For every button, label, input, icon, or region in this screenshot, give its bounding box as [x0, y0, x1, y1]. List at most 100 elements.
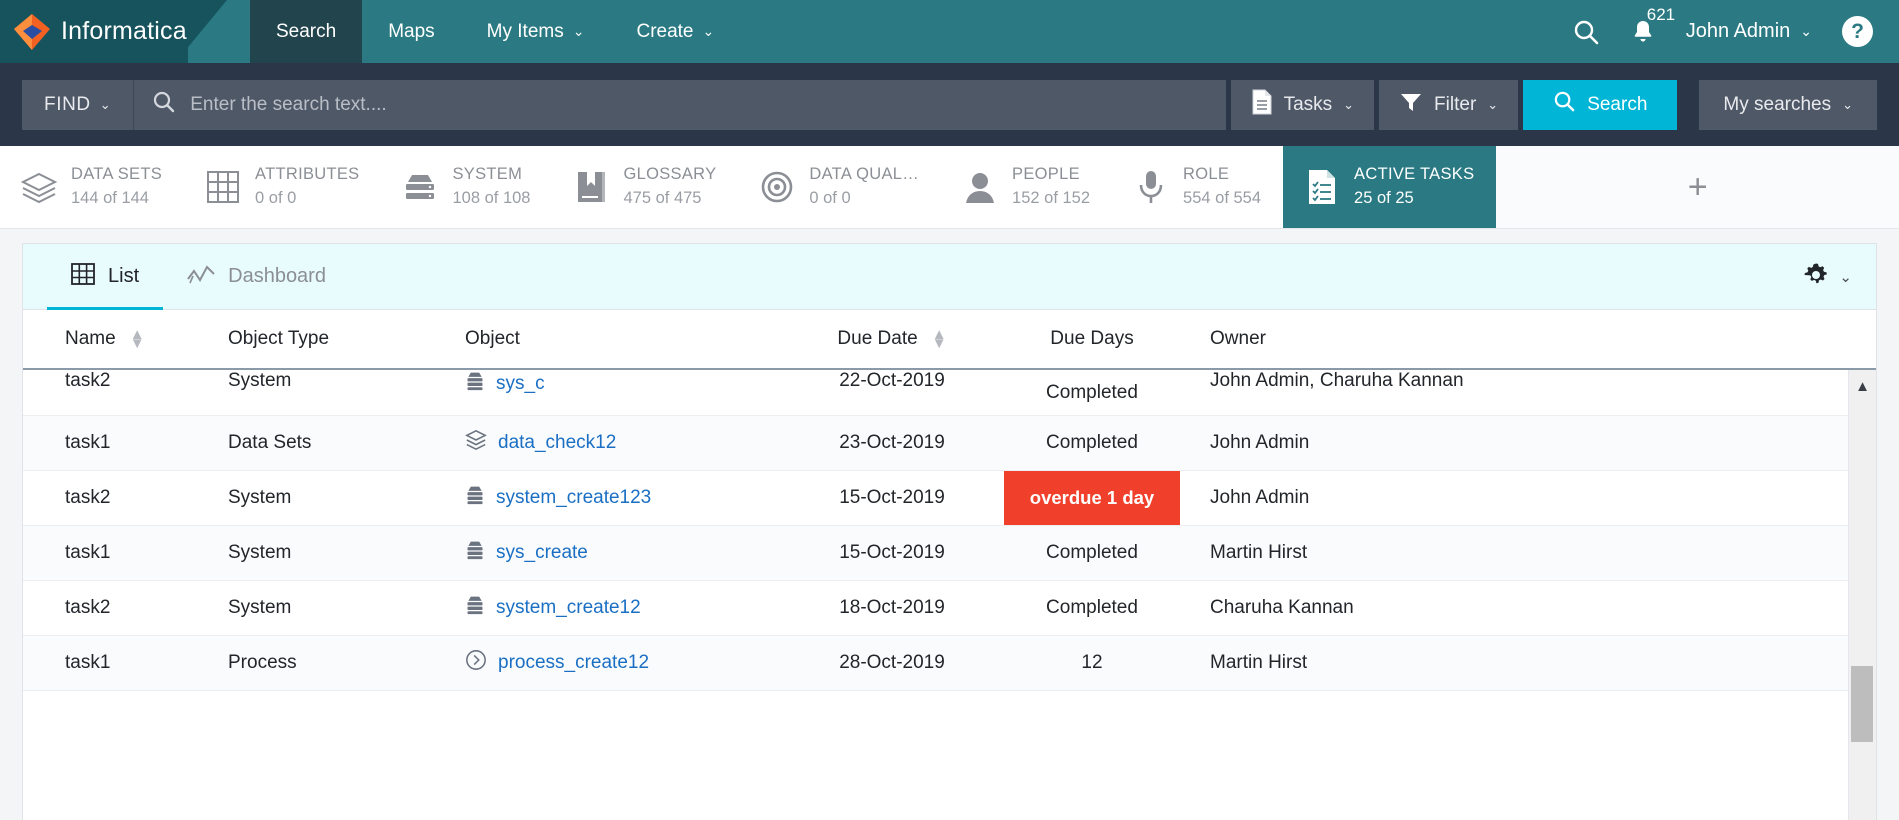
- results-panel: List Dashboard ⌄ Name ▲ ▼ Object Type Ob…: [22, 243, 1877, 820]
- table-row[interactable]: task2 System system_create123 15-Oct-201…: [23, 471, 1876, 526]
- column-header-name-label: Name: [65, 328, 116, 349]
- table-row[interactable]: task1 System sys_create 15-Oct-2019 Comp…: [23, 526, 1876, 581]
- scroll-up-arrow-icon[interactable]: ▲: [1855, 370, 1870, 403]
- settings-dropdown-button[interactable]: ⌄: [1803, 244, 1852, 310]
- grid-icon: [204, 168, 242, 206]
- user-menu[interactable]: John Admin ⌄: [1686, 20, 1812, 43]
- tab-list-label: List: [108, 265, 140, 287]
- cell-object-type: System: [228, 487, 292, 508]
- table-row[interactable]: task2 System sys_c 22-Oct-2019 Completed…: [23, 370, 1876, 416]
- chevron-down-icon: ⌄: [99, 96, 112, 112]
- my-searches-dropdown-button[interactable]: My searches ⌄: [1699, 79, 1877, 130]
- tasks-label: Tasks: [1283, 93, 1333, 115]
- cell-owner: John Admin: [1210, 487, 1310, 508]
- tasks-dropdown-button[interactable]: Tasks ⌄: [1230, 79, 1375, 130]
- cell-owner: John Admin: [1210, 432, 1310, 453]
- user-name-label: John Admin: [1685, 20, 1791, 42]
- facet-system[interactable]: SYSTEM 108 of 108: [381, 146, 552, 228]
- brand-logo-block[interactable]: Informatica: [0, 0, 188, 63]
- object-link[interactable]: sys_create: [496, 542, 588, 564]
- help-icon-label: ?: [1851, 20, 1864, 43]
- table-body: task2 System sys_c 22-Oct-2019 Completed…: [23, 370, 1876, 820]
- tab-dashboard[interactable]: Dashboard: [163, 244, 350, 309]
- facet-role[interactable]: ROLE 554 of 554: [1112, 146, 1283, 228]
- facet-data-quality-label: DATA QUAL…: [809, 165, 920, 184]
- process-icon: [465, 649, 487, 677]
- microphone-icon: [1132, 168, 1170, 206]
- facet-bar: DATA SETS 144 of 144 ATTRIBUTES 0 of 0 S…: [0, 146, 1899, 229]
- column-header-name[interactable]: Name ▲ ▼: [23, 326, 228, 351]
- search-icon[interactable]: [1572, 18, 1600, 46]
- notification-count-badge: 621: [1646, 4, 1676, 24]
- cell-due-date: 18-Oct-2019: [839, 597, 945, 618]
- cell-object: system_create123: [465, 484, 780, 512]
- top-navigation-bar: Informatica Search Maps My Items ⌄ Creat…: [0, 0, 1899, 63]
- column-header-due-date-label: Due Date: [837, 328, 918, 349]
- table-row[interactable]: task1 Data Sets data_check12 23-Oct-2019…: [23, 416, 1876, 471]
- object-link[interactable]: sys_c: [496, 373, 545, 395]
- nav-item-maps-label: Maps: [388, 20, 435, 42]
- table-row[interactable]: task2 System system_create12 18-Oct-2019…: [23, 581, 1876, 636]
- chevron-down-icon: ⌄: [572, 23, 585, 39]
- nav-item-maps[interactable]: Maps: [362, 0, 460, 63]
- facet-data-sets[interactable]: DATA SETS 144 of 144: [0, 146, 184, 228]
- object-link[interactable]: system_create123: [496, 487, 651, 509]
- cell-object: data_check12: [465, 429, 780, 457]
- view-tabs: List Dashboard ⌄: [23, 244, 1876, 310]
- cell-owner: Charuha Kannan: [1210, 597, 1354, 618]
- column-header-object-label: Object: [465, 328, 520, 349]
- gear-icon: [1803, 262, 1829, 293]
- column-header-due-days: Due Days: [1004, 310, 1180, 368]
- cell-name: task2: [65, 487, 111, 508]
- cell-name: task1: [65, 432, 111, 453]
- server-icon: [465, 594, 485, 622]
- cell-due-days: Completed: [1046, 381, 1138, 403]
- facet-active-tasks-count: 25 of 25: [1354, 189, 1414, 207]
- facet-data-quality-count: 0 of 0: [809, 189, 851, 207]
- find-dropdown-button[interactable]: FIND ⌄: [22, 79, 135, 130]
- column-header-object: Object: [465, 328, 780, 350]
- cell-object: process_create12: [465, 649, 780, 677]
- facet-people[interactable]: PEOPLE 152 of 152: [941, 146, 1112, 228]
- facet-attributes-count: 0 of 0: [255, 189, 297, 207]
- sort-toggle-name-icon[interactable]: ▲ ▼: [130, 326, 145, 351]
- table-row[interactable]: task1 Process process_create12 28-Oct-20…: [23, 636, 1876, 691]
- search-input-container: [134, 79, 1226, 130]
- nav-item-my-items[interactable]: My Items ⌄: [461, 0, 611, 63]
- facet-attributes[interactable]: ATTRIBUTES 0 of 0: [184, 146, 381, 228]
- sort-toggle-due-date-icon[interactable]: ▲ ▼: [932, 326, 947, 351]
- person-icon: [961, 168, 999, 206]
- scrollbar-thumb[interactable]: [1851, 666, 1873, 742]
- tab-dashboard-label: Dashboard: [228, 265, 326, 287]
- vertical-scrollbar[interactable]: ▲ ▼: [1848, 370, 1876, 820]
- facet-glossary-label: GLOSSARY: [623, 165, 717, 184]
- nav-item-search[interactable]: Search: [250, 0, 363, 63]
- nav-item-my-items-label: My Items: [486, 20, 564, 42]
- cell-object-type: System: [228, 542, 292, 563]
- column-header-object-type-label: Object Type: [228, 328, 330, 349]
- facet-active-tasks[interactable]: ACTIVE TASKS 25 of 25: [1283, 146, 1497, 228]
- notifications-button[interactable]: 621: [1630, 5, 1675, 46]
- layers-icon: [465, 429, 487, 457]
- object-link[interactable]: data_check12: [498, 432, 616, 454]
- facet-glossary-count: 475 of 475: [623, 189, 702, 207]
- filter-dropdown-button[interactable]: Filter ⌄: [1379, 79, 1519, 130]
- column-header-object-type: Object Type: [228, 328, 465, 350]
- cell-object-type: Data Sets: [228, 432, 312, 453]
- object-link[interactable]: process_create12: [498, 652, 649, 674]
- object-link[interactable]: system_create12: [496, 597, 641, 619]
- facet-data-sets-count: 144 of 144: [71, 189, 149, 207]
- server-icon: [465, 539, 485, 567]
- column-header-due-date[interactable]: Due Date ▲ ▼: [780, 326, 1004, 351]
- table-icon: [71, 262, 95, 292]
- nav-item-create[interactable]: Create ⌄: [610, 0, 740, 63]
- tab-list[interactable]: List: [47, 244, 164, 310]
- facet-data-quality[interactable]: DATA QUAL… 0 of 0: [738, 146, 941, 228]
- target-icon: [758, 168, 796, 206]
- help-button[interactable]: ?: [1842, 16, 1873, 47]
- cell-due-date: 28-Oct-2019: [839, 652, 945, 673]
- facet-glossary[interactable]: GLOSSARY 475 of 475: [552, 146, 738, 228]
- search-input[interactable]: [190, 93, 1208, 116]
- add-facet-button[interactable]: +: [1496, 146, 1899, 228]
- search-button[interactable]: Search: [1523, 79, 1678, 130]
